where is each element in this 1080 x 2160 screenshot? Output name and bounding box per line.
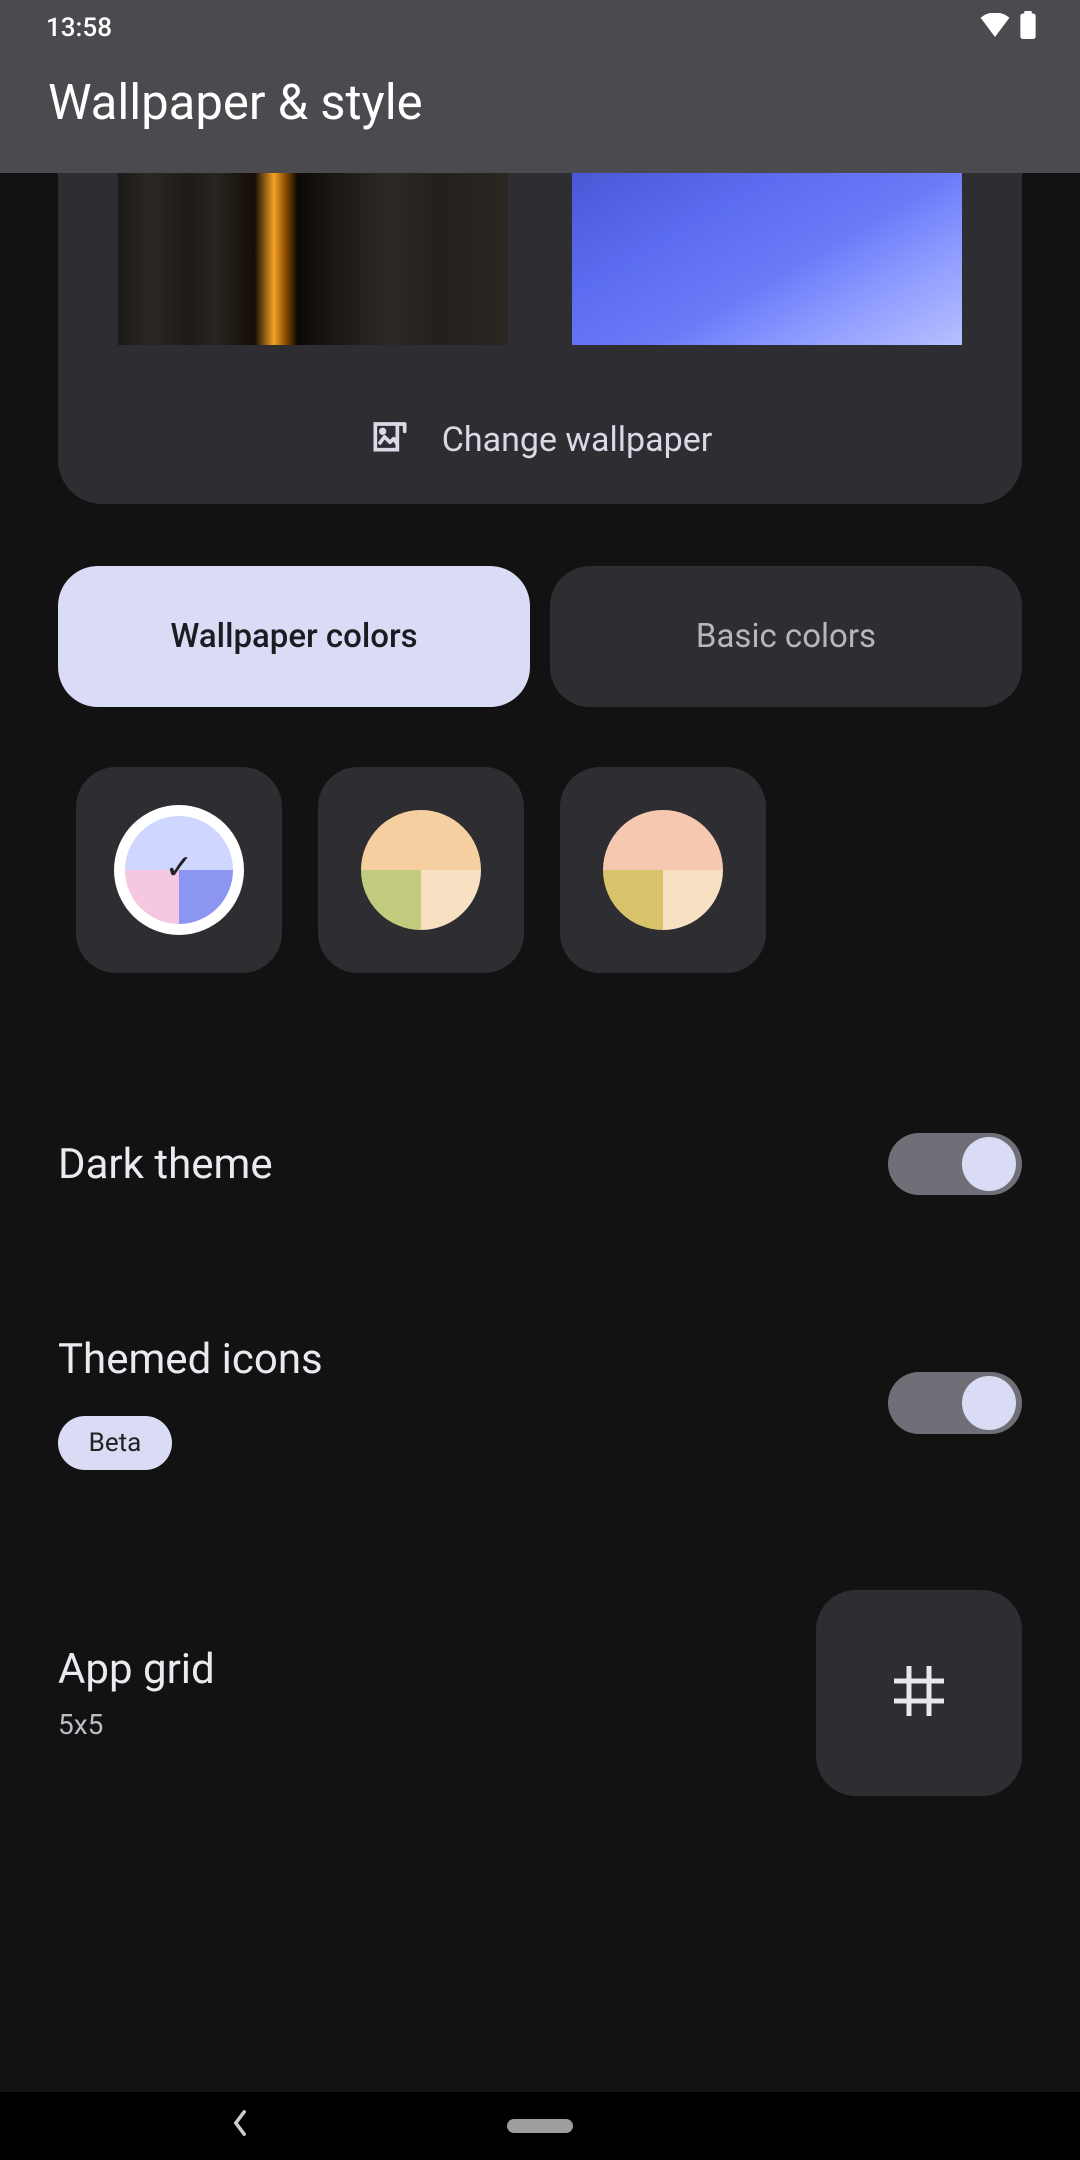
color-swatch-2[interactable]: [318, 767, 524, 973]
color-swatches: ✓: [76, 767, 1080, 973]
battery-icon: [1020, 11, 1036, 46]
palette-icon: [361, 810, 481, 930]
app-grid-preview[interactable]: [816, 1590, 1022, 1796]
color-swatch-1[interactable]: ✓: [76, 767, 282, 973]
tab-basic-colors[interactable]: Basic colors: [550, 566, 1022, 707]
beta-badge: Beta: [58, 1416, 172, 1470]
app-grid-row[interactable]: App grid 5x5: [58, 1560, 1022, 1846]
wifi-icon: [980, 13, 1010, 44]
palette-icon: [603, 810, 723, 930]
themed-icons-label: Themed icons: [58, 1335, 323, 1384]
wallpaper-previews: [118, 173, 962, 345]
change-wallpaper-button[interactable]: Change wallpaper: [368, 413, 713, 466]
app-grid-label: App grid: [58, 1645, 215, 1694]
app-grid-value: 5x5: [58, 1708, 215, 1741]
status-icons: [980, 11, 1036, 46]
dark-theme-row[interactable]: Dark theme: [58, 1103, 1022, 1305]
wallpaper-preview-card: Change wallpaper: [58, 173, 1022, 504]
back-icon[interactable]: [230, 2109, 250, 2144]
status-bar: 13:58: [0, 0, 1080, 56]
themed-icons-row[interactable]: Themed icons Beta: [58, 1305, 1022, 1560]
themed-icons-switch[interactable]: [888, 1372, 1022, 1434]
switch-thumb: [962, 1376, 1016, 1430]
navigation-bar: [0, 2092, 1080, 2160]
gesture-handle[interactable]: [507, 2119, 573, 2133]
check-icon: ✓: [165, 848, 194, 888]
page-title: Wallpaper & style: [48, 74, 1032, 131]
tab-wallpaper-colors[interactable]: Wallpaper colors: [58, 566, 530, 707]
clock: 13:58: [46, 13, 112, 43]
settings-section: Dark theme Themed icons Beta App grid 5x…: [58, 1103, 1022, 1846]
app-bar: Wallpaper & style: [0, 56, 1080, 173]
dark-theme-label: Dark theme: [58, 1140, 273, 1189]
lock-wallpaper-preview[interactable]: [572, 173, 962, 345]
tab-wallpaper-colors-label: Wallpaper colors: [170, 617, 417, 656]
change-wallpaper-label: Change wallpaper: [442, 420, 713, 460]
color-swatch-3[interactable]: [560, 767, 766, 973]
tab-basic-colors-label: Basic colors: [696, 617, 876, 656]
switch-thumb: [962, 1137, 1016, 1191]
dark-theme-switch[interactable]: [888, 1133, 1022, 1195]
grid-icon: [889, 1661, 949, 1725]
home-wallpaper-preview[interactable]: [118, 173, 508, 345]
color-source-tabs: Wallpaper colors Basic colors: [58, 566, 1022, 707]
image-icon: [368, 413, 412, 466]
